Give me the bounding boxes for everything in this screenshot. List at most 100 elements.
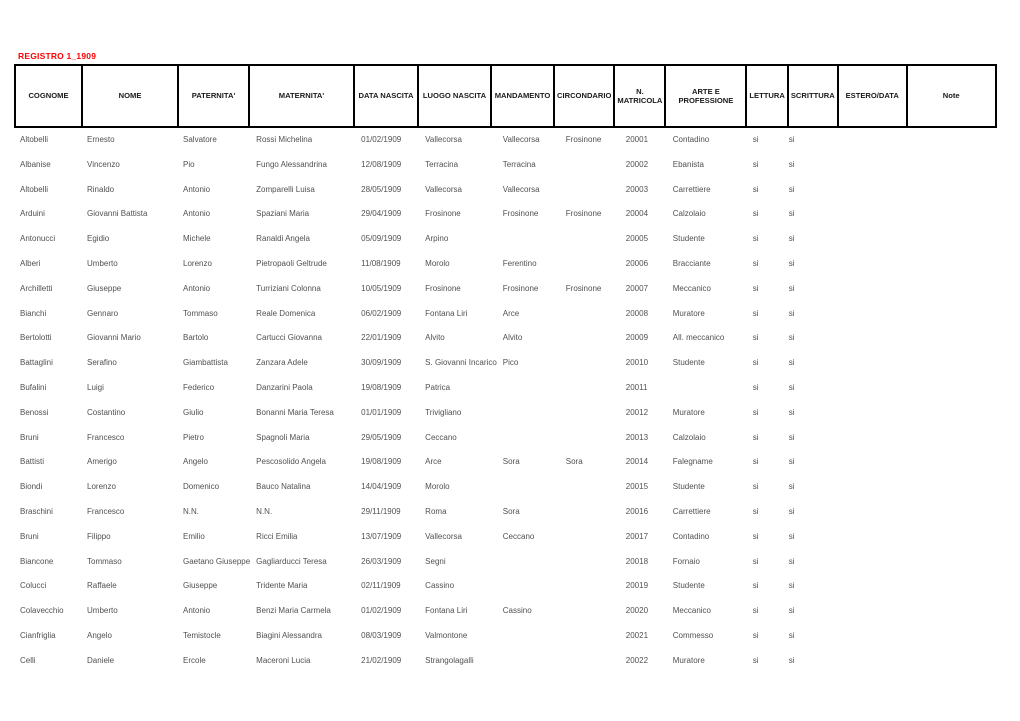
cell-n_matricola: 20019	[625, 581, 649, 591]
cell-note	[876, 574, 965, 599]
cell-n_matricola: 20008	[625, 308, 649, 318]
cell-maternita: Pietropaoli Geltrude	[256, 258, 327, 268]
cell-mandamento	[497, 550, 560, 575]
column-header-mandamento: MANDAMENTO	[490, 64, 555, 128]
column-header-arte: ARTE E PROFESSIONE	[664, 64, 748, 128]
cell-estero_data	[807, 649, 876, 674]
cell-arte: Ebanista	[672, 159, 704, 169]
cell-note	[876, 401, 965, 426]
cell-lettura: si	[752, 630, 759, 640]
cell-mandamento: Frosinone	[502, 209, 539, 219]
cell-paternita: Giuseppe	[183, 581, 218, 591]
cell-n_matricola: 20009	[625, 333, 649, 343]
cell-paternita: Tommaso	[183, 308, 218, 318]
cell-lettura: si	[752, 581, 759, 591]
cell-paternita: N.N.	[183, 506, 199, 516]
cell-circondario	[560, 624, 620, 649]
cell-mandamento: Alvito	[502, 333, 523, 343]
cell-circondario: Frosinone	[565, 209, 602, 219]
cell-scrittura: si	[788, 556, 795, 566]
table-row: Colucci Raffaele Giuseppe Tridente Maria 02/…	[14, 574, 965, 599]
cell-data_nascita: 19/08/1909	[361, 382, 402, 392]
cell-maternita: Fungo Alessandrina	[256, 159, 327, 169]
cell-scrittura: si	[788, 382, 795, 392]
cell-maternita: Gagliarducci Teresa	[256, 556, 327, 566]
cell-nome: Amerigo	[87, 457, 117, 467]
cell-lettura: si	[752, 184, 759, 194]
cell-data_nascita: 06/02/1909	[361, 308, 402, 318]
cell-arte: Muratore	[672, 308, 705, 318]
cell-note	[876, 153, 965, 178]
cell-estero_data	[807, 376, 876, 401]
cell-scrittura: si	[788, 606, 795, 616]
cell-estero_data	[807, 475, 876, 500]
cell-mandamento	[497, 376, 560, 401]
registry-sheet: REGISTRO 1_1909 COGNOME NOME PATERNITA' MAT…	[0, 0, 1020, 721]
cell-circondario	[560, 550, 620, 575]
table-row: Bertolotti Giovanni Mario Bartolo Cartucci …	[14, 326, 965, 351]
cell-scrittura: si	[788, 135, 795, 144]
cell-luogo_nascita: Arpino	[425, 234, 449, 244]
cell-note	[876, 376, 965, 401]
cell-mandamento	[497, 227, 560, 252]
cell-scrittura: si	[788, 333, 795, 343]
cell-maternita: Pescosolido Angela	[256, 457, 326, 467]
cell-nome: Daniele	[87, 655, 115, 665]
cell-data_nascita: 29/11/1909	[361, 506, 401, 516]
cell-luogo_nascita: Ceccano	[425, 432, 457, 442]
cell-maternita: Tridente Maria	[256, 581, 308, 591]
cell-scrittura: si	[788, 283, 795, 293]
cell-estero_data	[807, 525, 876, 550]
cell-arte: Carrettiere	[672, 184, 711, 194]
cell-cognome: Benossi	[20, 407, 49, 417]
cell-paternita: Angelo	[183, 457, 208, 467]
cell-scrittura: si	[788, 308, 795, 318]
cell-estero_data	[807, 624, 876, 649]
cell-data_nascita: 14/04/1909	[361, 482, 402, 492]
table-row: Biancone Tommaso Gaetano Giuseppe Gagliardu…	[14, 550, 965, 575]
cell-paternita: Antonio	[183, 283, 211, 293]
cell-circondario: Frosinone	[565, 135, 602, 144]
cell-mandamento: Sora	[502, 506, 520, 516]
cell-cognome: Antonucci	[20, 234, 56, 244]
cell-estero_data	[807, 426, 876, 451]
cell-circondario: Frosinone	[565, 283, 602, 293]
cell-maternita: Maceroni Lucia	[256, 655, 311, 665]
cell-luogo_nascita: Patrica	[425, 382, 451, 392]
cell-lettura: si	[752, 407, 759, 417]
cell-data_nascita: 05/09/1909	[361, 234, 402, 244]
cell-mandamento: Terracina	[502, 159, 536, 169]
cell-luogo_nascita: Alvito	[425, 333, 445, 343]
column-header-luogo_nascita: LUOGO NASCITA	[417, 64, 492, 128]
cell-lettura: si	[752, 135, 759, 144]
cell-lettura: si	[752, 209, 759, 219]
cell-mandamento: Frosinone	[502, 283, 539, 293]
cell-note	[876, 624, 965, 649]
table-row: Bianchi Gennaro Tommaso Reale Domenica 06/02…	[14, 302, 965, 327]
cell-note	[876, 450, 965, 475]
cell-circondario	[560, 351, 620, 376]
cell-cognome: Cianfriglia	[20, 630, 56, 640]
cell-maternita: Ranaldi Angela	[256, 234, 310, 244]
column-header-maternita: MATERNITA'	[248, 64, 355, 128]
cell-paternita: Federico	[183, 382, 215, 392]
cell-note	[876, 227, 965, 252]
table-row: Bruni Filippo Emilio Ricci Emilia 13/07/1909…	[14, 525, 965, 550]
cell-cognome: Bruni	[20, 531, 39, 541]
cell-lettura: si	[752, 606, 759, 616]
cell-n_matricola: 20001	[625, 135, 649, 144]
cell-estero_data	[807, 351, 876, 376]
cell-cognome: Archilletti	[20, 283, 53, 293]
table-row: Benossi Costantino Giulio Bonanni Maria Ter…	[14, 401, 965, 426]
cell-mandamento: Pico	[502, 358, 519, 368]
cell-nome: Angelo	[87, 630, 112, 640]
cell-mandamento	[497, 401, 560, 426]
cell-circondario	[560, 376, 620, 401]
cell-luogo_nascita: Frosinone	[425, 283, 461, 293]
cell-nome: Egidio	[87, 234, 110, 244]
cell-note	[876, 525, 965, 550]
cell-estero_data	[807, 153, 876, 178]
cell-arte: Commesso	[672, 630, 714, 640]
table-row: Altobelli Ernesto Salvatore Rossi Michelina…	[14, 128, 965, 153]
cell-paternita: Domenico	[183, 482, 220, 492]
